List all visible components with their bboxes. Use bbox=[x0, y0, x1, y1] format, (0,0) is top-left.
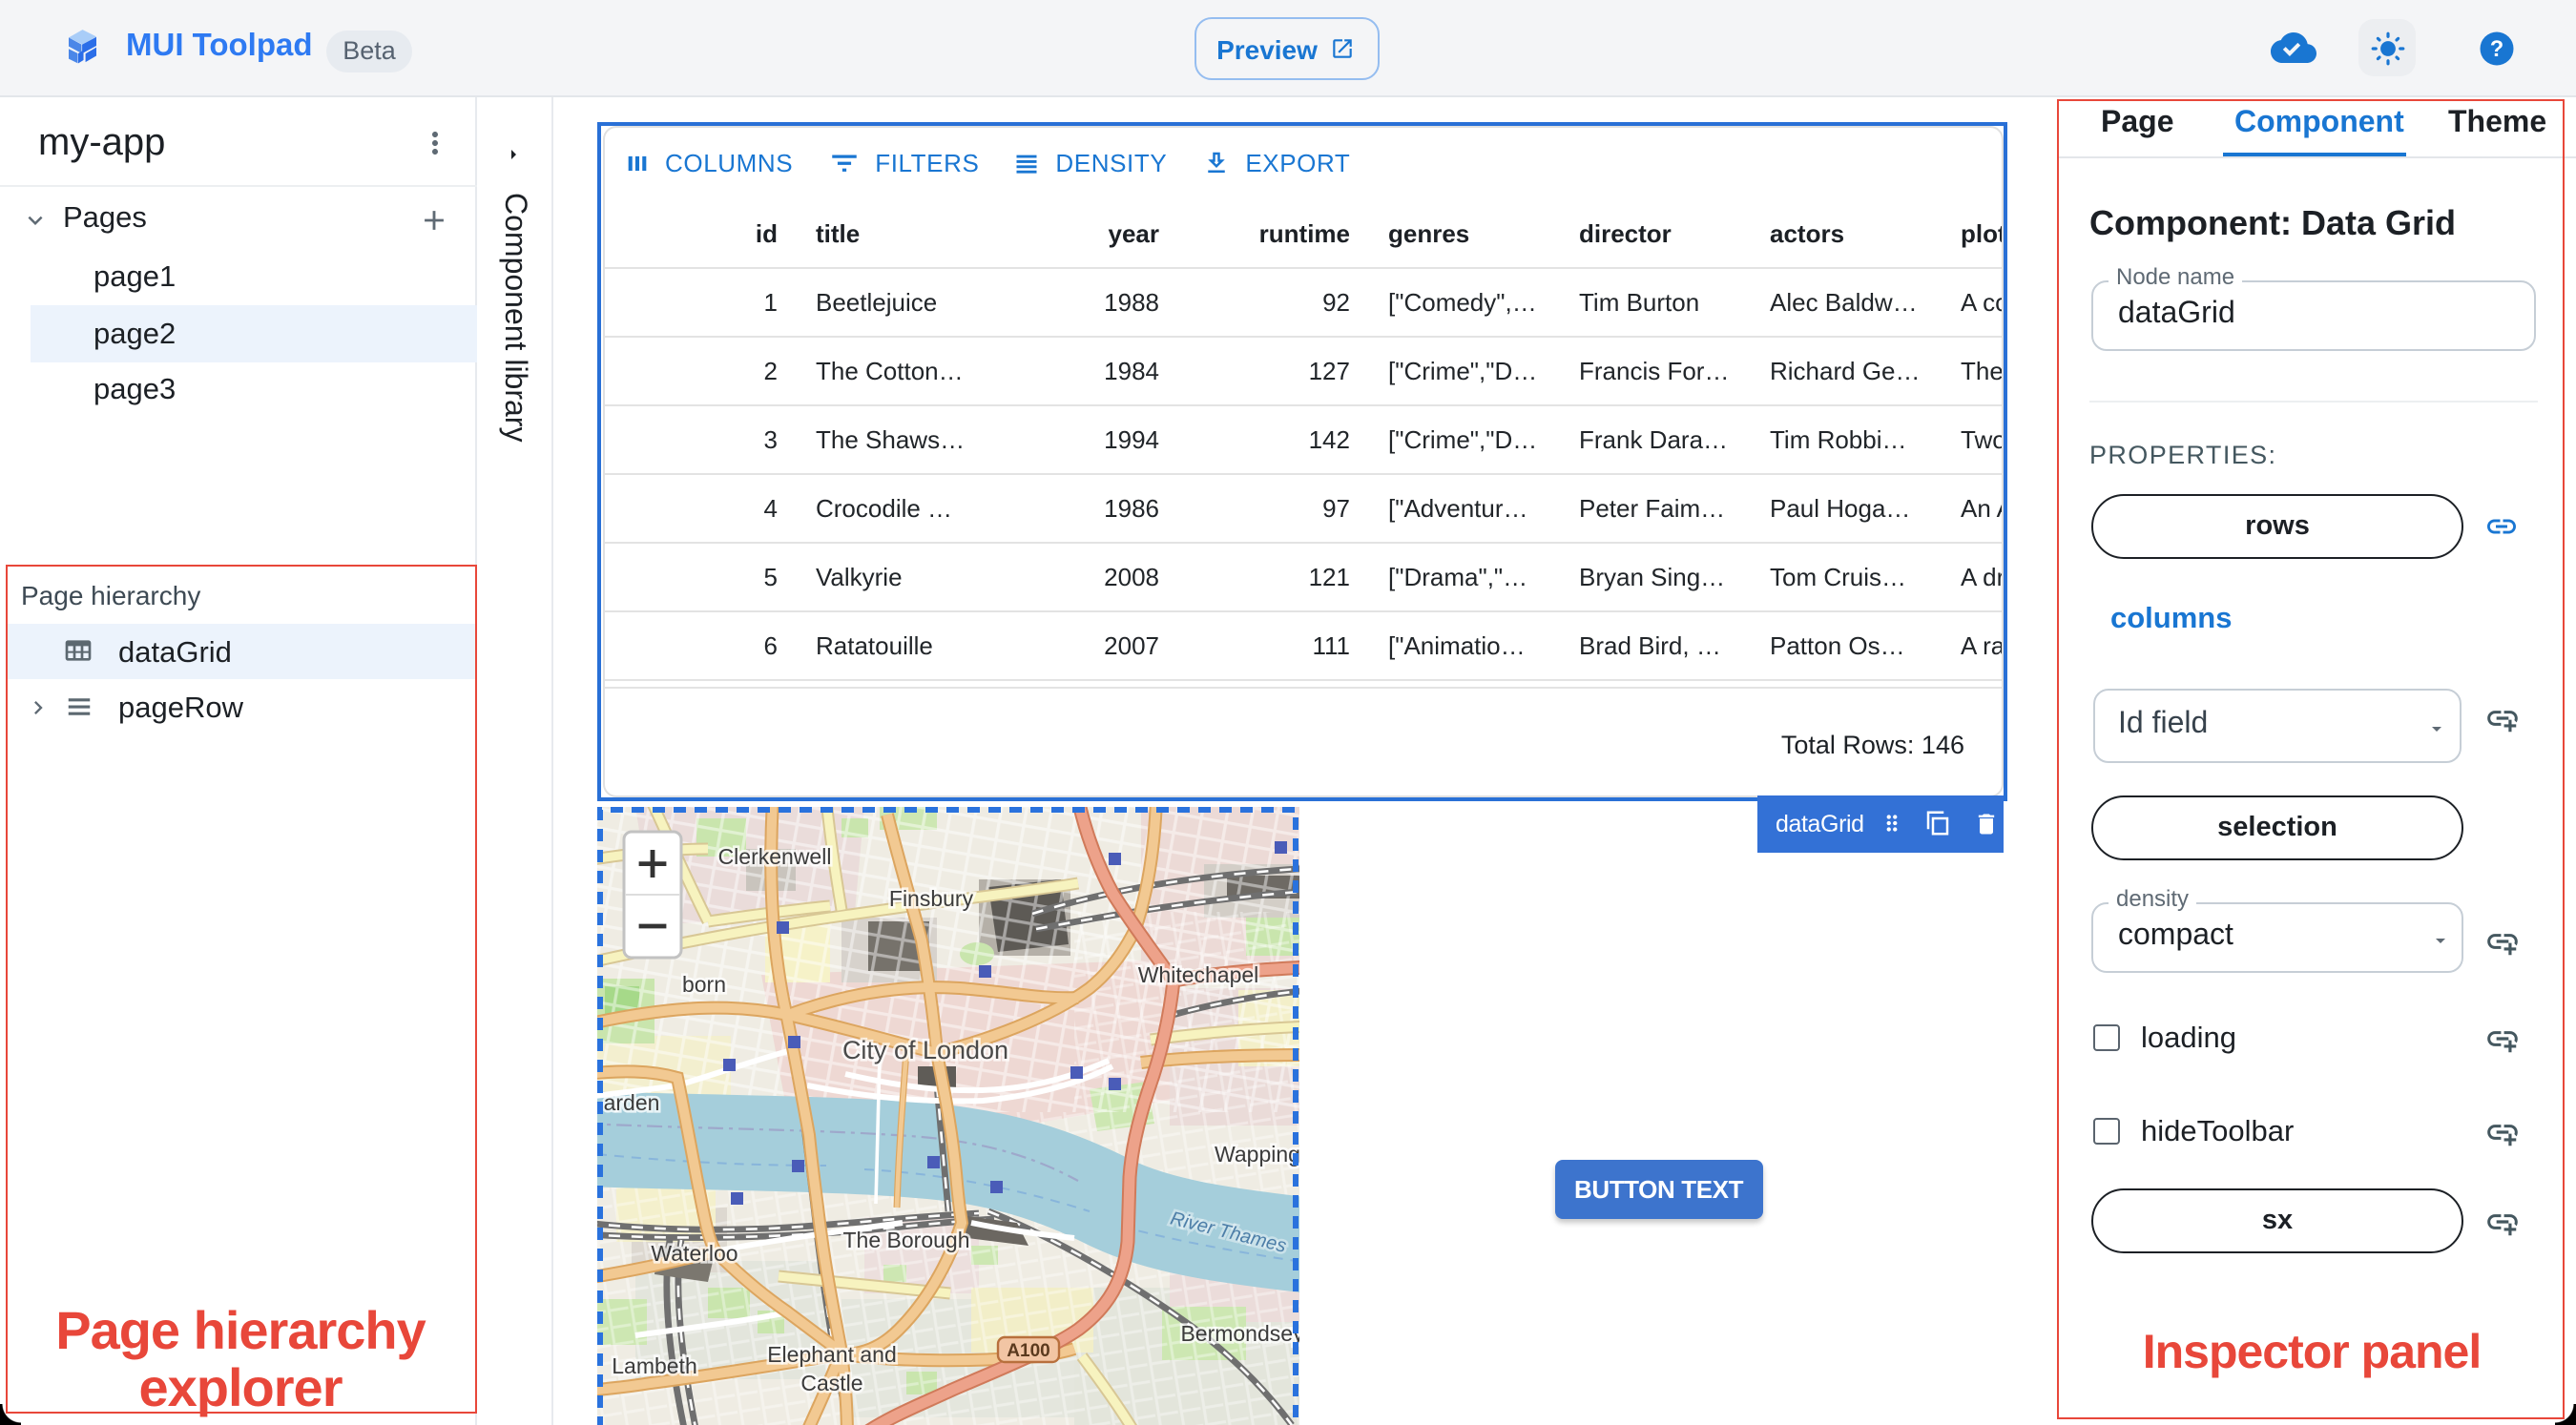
svg-text:Bermondsey: Bermondsey bbox=[1180, 1320, 1298, 1345]
svg-text:arden: arden bbox=[604, 1089, 660, 1114]
svg-text:Elephant and: Elephant and bbox=[767, 1341, 897, 1366]
svg-text:A100: A100 bbox=[1007, 1340, 1049, 1360]
svg-text:Lambeth: Lambeth bbox=[612, 1353, 697, 1377]
svg-text:Castle: Castle bbox=[800, 1370, 862, 1394]
svg-text:Wapping: Wapping bbox=[1215, 1141, 1298, 1166]
svg-text:Waterloo: Waterloo bbox=[651, 1240, 737, 1265]
svg-text:Clerkenwell: Clerkenwell bbox=[718, 843, 832, 868]
svg-text:Finsbury: Finsbury bbox=[889, 885, 974, 910]
svg-text:Whitechapel: Whitechapel bbox=[1138, 961, 1259, 986]
svg-text:City of London: City of London bbox=[842, 1035, 1008, 1064]
svg-text:The Borough: The Borough bbox=[843, 1227, 970, 1251]
svg-text:?: ? bbox=[2489, 36, 2503, 61]
svg-text:born: born bbox=[682, 971, 726, 996]
